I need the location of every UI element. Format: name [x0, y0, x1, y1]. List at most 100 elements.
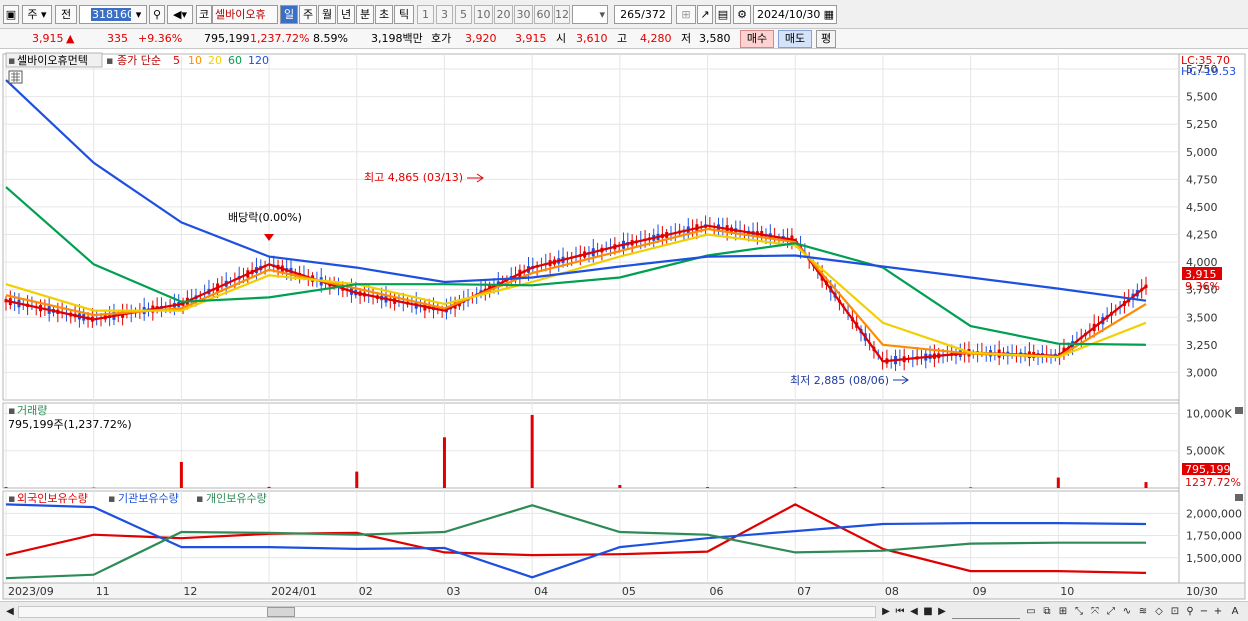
volume-value: 795,199 — [204, 32, 250, 45]
x-axis-label: 12 — [183, 585, 197, 598]
line-tool-icon[interactable]: ⤧ — [1088, 605, 1102, 619]
x-axis-label: 11 — [96, 585, 110, 598]
bar-count-field[interactable]: 265/372 — [614, 5, 672, 24]
ma-label: 종가 단순 — [117, 54, 161, 67]
minute-option-1[interactable]: 1 — [417, 5, 434, 24]
timeframe-month[interactable]: 월 — [318, 5, 336, 24]
gear-icon[interactable]: ⚙ — [733, 5, 751, 24]
chevron-down-icon: ▾ — [599, 8, 605, 21]
minute-option-10[interactable]: 10 — [474, 5, 493, 24]
market-prefix[interactable]: 코 — [196, 5, 212, 24]
volume-subtitle: 795,199주(1,237.72%) — [8, 418, 132, 431]
x-axis-label: 05 — [622, 585, 636, 598]
minute-option-30[interactable]: 30 — [514, 5, 533, 24]
wave-tool-icon[interactable]: ≋ — [1136, 605, 1150, 619]
minute-option-20[interactable]: 20 — [494, 5, 513, 24]
zoom-out-icon[interactable]: − — [1198, 605, 1210, 619]
volume-bar — [881, 487, 885, 488]
x-axis-label: 08 — [885, 585, 899, 598]
rewind-icon[interactable]: ⏮ — [894, 605, 906, 619]
holding-panel-close-icon[interactable] — [1235, 494, 1243, 501]
chart-area: 5,750 5,500 5,250 5,000 4,750 4,500 4,250 4,000… — [0, 50, 1248, 601]
x-axis-label: 06 — [710, 585, 724, 598]
draw-tool-icon[interactable]: ↗ — [697, 5, 713, 24]
chart-menu-icon[interactable]: ▣ — [3, 5, 19, 24]
window-icon[interactable]: ⧉ — [1040, 605, 1054, 619]
timeframe-year[interactable]: 년 — [337, 5, 355, 24]
x-axis-label: 02 — [359, 585, 373, 598]
volume-bar — [969, 487, 973, 488]
volume-panel[interactable] — [2, 402, 1180, 489]
volume-panel-close-icon[interactable] — [1235, 407, 1243, 414]
average-button[interactable]: 평 — [816, 30, 836, 48]
chart-canvas[interactable]: 5,7505,5005,2505,0004,7504,5004,2504,000… — [0, 50, 1248, 601]
volume-marker: ▪ — [8, 404, 15, 417]
scroll-track[interactable] — [18, 606, 876, 618]
volume-bar — [4, 487, 8, 488]
price-y-tick: 5,250 — [1186, 118, 1218, 131]
minute-option-60[interactable]: 60 — [534, 5, 553, 24]
search-icon[interactable]: ⚲ — [149, 5, 165, 24]
save-icon[interactable]: ▤ — [715, 5, 731, 24]
prev-button[interactable]: 전 — [55, 5, 77, 24]
timeframe-week[interactable]: 주 — [299, 5, 317, 24]
fib-tool-icon[interactable]: ∿ — [1120, 605, 1134, 619]
volume-y-tick: 5,000K — [1186, 445, 1225, 458]
volume-bar — [530, 414, 534, 488]
current-price: 3,915 — [32, 32, 64, 45]
stock-code-dropdown-icon[interactable]: ▾ — [131, 5, 147, 24]
volume-bar — [179, 461, 183, 488]
minute-option-5[interactable]: 5 — [455, 5, 472, 24]
trend-tool-icon[interactable]: ⤢ — [1104, 605, 1118, 619]
speed-slider[interactable] — [952, 605, 1020, 619]
period-type-select[interactable]: 주 ▾ — [22, 5, 52, 24]
scroll-right-icon[interactable]: ▶ — [880, 605, 892, 619]
holding-y-tick: 2,000,000 — [1186, 507, 1242, 520]
x-axis-label: 10/30 — [1186, 585, 1218, 598]
scroll-thumb[interactable] — [267, 607, 295, 617]
volume-y-tick: 10,000K — [1186, 407, 1232, 420]
custom-period-dropdown[interactable]: ▾ — [572, 5, 608, 24]
low-price: 3,580 — [699, 32, 731, 45]
scroll-left-icon[interactable]: ◀ — [4, 605, 16, 619]
holding-label-foreign: 외국인보유수량 — [17, 492, 88, 505]
dividend-annotation: 배당락(0.00%) — [228, 211, 302, 224]
step-back-icon[interactable]: ◀ — [908, 605, 920, 619]
x-axis-label: 10 — [1060, 585, 1074, 598]
bars-total-value: /372 — [641, 8, 666, 21]
price-change: 335 — [107, 32, 128, 45]
buy-button[interactable]: 매수 — [740, 30, 774, 48]
text-tool-icon[interactable]: ⊡ — [1168, 605, 1182, 619]
stock-name-field[interactable]: 셀바이오휴 — [212, 5, 278, 24]
turnover-pct: 8.59% — [313, 32, 348, 45]
speaker-icon[interactable]: ◀▾ — [167, 5, 193, 24]
hc-label: HC:-19.53 — [1181, 65, 1236, 78]
sell-button[interactable]: 매도 — [778, 30, 812, 48]
timeframe-minute[interactable]: 분 — [356, 5, 374, 24]
minute-option-120[interactable]: 120 — [554, 5, 570, 24]
table-icon[interactable]: ⊞ — [1056, 605, 1070, 619]
stop-icon[interactable]: ■ — [922, 605, 934, 619]
x-axis-label: 07 — [797, 585, 811, 598]
holding-y-tick: 1,750,000 — [1186, 530, 1242, 543]
volume-bar — [267, 486, 271, 488]
volume-bar — [618, 485, 622, 488]
timeframe-tick[interactable]: 틱 — [394, 5, 414, 24]
date-input[interactable]: 2024/10/30 ▦ — [753, 5, 837, 24]
timeframe-second[interactable]: 초 — [375, 5, 393, 24]
play-icon[interactable]: ▶ — [936, 605, 948, 619]
trade-value: 3,198백만 — [371, 32, 423, 45]
minute-option-3[interactable]: 3 — [436, 5, 453, 24]
zoom-icon[interactable]: ⚲ — [1184, 605, 1196, 619]
grid-toggle-icon[interactable]: ⊞ — [676, 5, 696, 24]
fit-icon[interactable]: ⤡ — [1072, 605, 1086, 619]
price-panel[interactable] — [2, 53, 1180, 401]
zoom-in-icon[interactable]: + — [1212, 605, 1224, 619]
layout-icon[interactable]: ▭ — [1024, 605, 1038, 619]
ma-period-120: 120 — [248, 54, 269, 67]
timeframe-day[interactable]: 일 — [280, 5, 298, 24]
shape-tool-icon[interactable]: ◇ — [1152, 605, 1166, 619]
font-size-icon[interactable]: A — [1228, 605, 1242, 619]
holding-panel[interactable] — [2, 490, 1180, 584]
price-y-tick: 3,250 — [1186, 339, 1218, 352]
